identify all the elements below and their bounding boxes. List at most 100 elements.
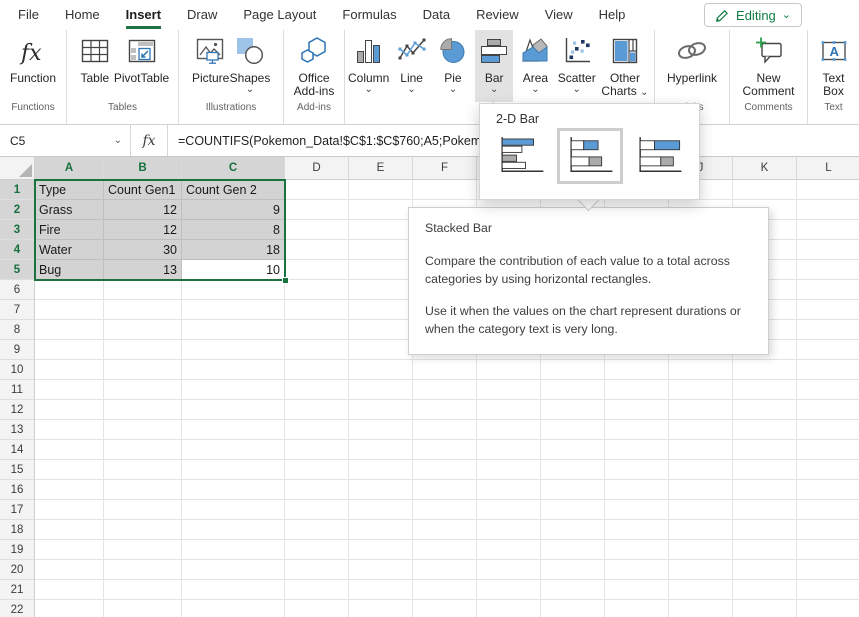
cell-D1[interactable]	[285, 180, 349, 200]
cell-K21[interactable]	[733, 580, 797, 600]
tab-data[interactable]: Data	[410, 0, 463, 30]
tab-review[interactable]: Review	[463, 0, 532, 30]
cell-D19[interactable]	[285, 540, 349, 560]
cell-B10[interactable]	[104, 360, 182, 380]
cell-A6[interactable]	[35, 280, 104, 300]
table-button[interactable]: Table	[76, 30, 114, 99]
cell-J16[interactable]	[669, 480, 733, 500]
cell-B8[interactable]	[104, 320, 182, 340]
cell-C22[interactable]	[182, 600, 285, 617]
cell-E12[interactable]	[349, 400, 413, 420]
cell-H21[interactable]	[541, 580, 605, 600]
tab-draw[interactable]: Draw	[174, 0, 230, 30]
cell-G21[interactable]	[477, 580, 541, 600]
cell-G15[interactable]	[477, 460, 541, 480]
cell-C8[interactable]	[182, 320, 285, 340]
cell-E10[interactable]	[349, 360, 413, 380]
cell-J17[interactable]	[669, 500, 733, 520]
cell-I16[interactable]	[605, 480, 669, 500]
row-header-4[interactable]: 4	[0, 240, 35, 260]
cell-A17[interactable]	[35, 500, 104, 520]
cell-A10[interactable]	[35, 360, 104, 380]
cell-B9[interactable]	[104, 340, 182, 360]
tab-page-layout[interactable]: Page Layout	[230, 0, 329, 30]
hyperlink-button[interactable]: Hyperlink	[667, 30, 717, 99]
cell-G14[interactable]	[477, 440, 541, 460]
function-button[interactable]: fx Function	[10, 30, 56, 99]
cell-E17[interactable]	[349, 500, 413, 520]
cell-E2[interactable]	[349, 200, 413, 220]
cell-A11[interactable]	[35, 380, 104, 400]
cell-B19[interactable]	[104, 540, 182, 560]
column-header-A[interactable]: A	[35, 157, 104, 179]
cell-A9[interactable]	[35, 340, 104, 360]
cell-E20[interactable]	[349, 560, 413, 580]
cell-K22[interactable]	[733, 600, 797, 617]
tab-view[interactable]: View	[532, 0, 586, 30]
cell-J12[interactable]	[669, 400, 733, 420]
cell-D20[interactable]	[285, 560, 349, 580]
cell-L22[interactable]	[797, 600, 859, 617]
cell-K14[interactable]	[733, 440, 797, 460]
pie-chart-button[interactable]: Pie ⌄	[434, 30, 472, 99]
cell-B3[interactable]: 12	[104, 220, 182, 240]
cell-C17[interactable]	[182, 500, 285, 520]
cell-E11[interactable]	[349, 380, 413, 400]
column-header-D[interactable]: D	[285, 157, 349, 179]
cell-A19[interactable]	[35, 540, 104, 560]
column-header-F[interactable]: F	[413, 157, 477, 179]
row-header-19[interactable]: 19	[0, 540, 35, 560]
cell-E18[interactable]	[349, 520, 413, 540]
cell-D21[interactable]	[285, 580, 349, 600]
cell-F17[interactable]	[413, 500, 477, 520]
cell-C6[interactable]	[182, 280, 285, 300]
cell-B14[interactable]	[104, 440, 182, 460]
cell-B20[interactable]	[104, 560, 182, 580]
cell-D15[interactable]	[285, 460, 349, 480]
cell-G16[interactable]	[477, 480, 541, 500]
cell-B6[interactable]	[104, 280, 182, 300]
cell-C7[interactable]	[182, 300, 285, 320]
cell-I18[interactable]	[605, 520, 669, 540]
cell-H17[interactable]	[541, 500, 605, 520]
cell-A16[interactable]	[35, 480, 104, 500]
cell-D16[interactable]	[285, 480, 349, 500]
cell-C15[interactable]	[182, 460, 285, 480]
tab-home[interactable]: Home	[52, 0, 113, 30]
cell-F21[interactable]	[413, 580, 477, 600]
cell-J21[interactable]	[669, 580, 733, 600]
new-comment-button[interactable]: New Comment	[738, 30, 800, 99]
cell-A1[interactable]: Type	[35, 180, 104, 200]
cell-E15[interactable]	[349, 460, 413, 480]
row-header-20[interactable]: 20	[0, 560, 35, 580]
cell-L5[interactable]	[797, 260, 859, 280]
cell-F13[interactable]	[413, 420, 477, 440]
row-header-12[interactable]: 12	[0, 400, 35, 420]
cell-B4[interactable]: 30	[104, 240, 182, 260]
line-chart-button[interactable]: Line ⌄	[393, 30, 431, 99]
cell-D18[interactable]	[285, 520, 349, 540]
cell-E19[interactable]	[349, 540, 413, 560]
cell-L9[interactable]	[797, 340, 859, 360]
row-header-7[interactable]: 7	[0, 300, 35, 320]
cell-A4[interactable]: Water	[35, 240, 104, 260]
cell-B22[interactable]	[104, 600, 182, 617]
cell-C20[interactable]	[182, 560, 285, 580]
row-header-18[interactable]: 18	[0, 520, 35, 540]
cell-I15[interactable]	[605, 460, 669, 480]
cell-C3[interactable]: 8	[182, 220, 285, 240]
cell-A2[interactable]: Grass	[35, 200, 104, 220]
cell-C4[interactable]: 18	[182, 240, 285, 260]
cell-C21[interactable]	[182, 580, 285, 600]
option-100-stacked-bar[interactable]	[626, 128, 692, 184]
cell-K15[interactable]	[733, 460, 797, 480]
row-header-3[interactable]: 3	[0, 220, 35, 240]
column-header-C[interactable]: C	[182, 157, 285, 179]
tab-insert[interactable]: Insert	[113, 0, 174, 30]
cell-A15[interactable]	[35, 460, 104, 480]
cell-H12[interactable]	[541, 400, 605, 420]
cell-B2[interactable]: 12	[104, 200, 182, 220]
cell-A8[interactable]	[35, 320, 104, 340]
cell-F14[interactable]	[413, 440, 477, 460]
column-chart-button[interactable]: Column ⌄	[348, 30, 389, 99]
